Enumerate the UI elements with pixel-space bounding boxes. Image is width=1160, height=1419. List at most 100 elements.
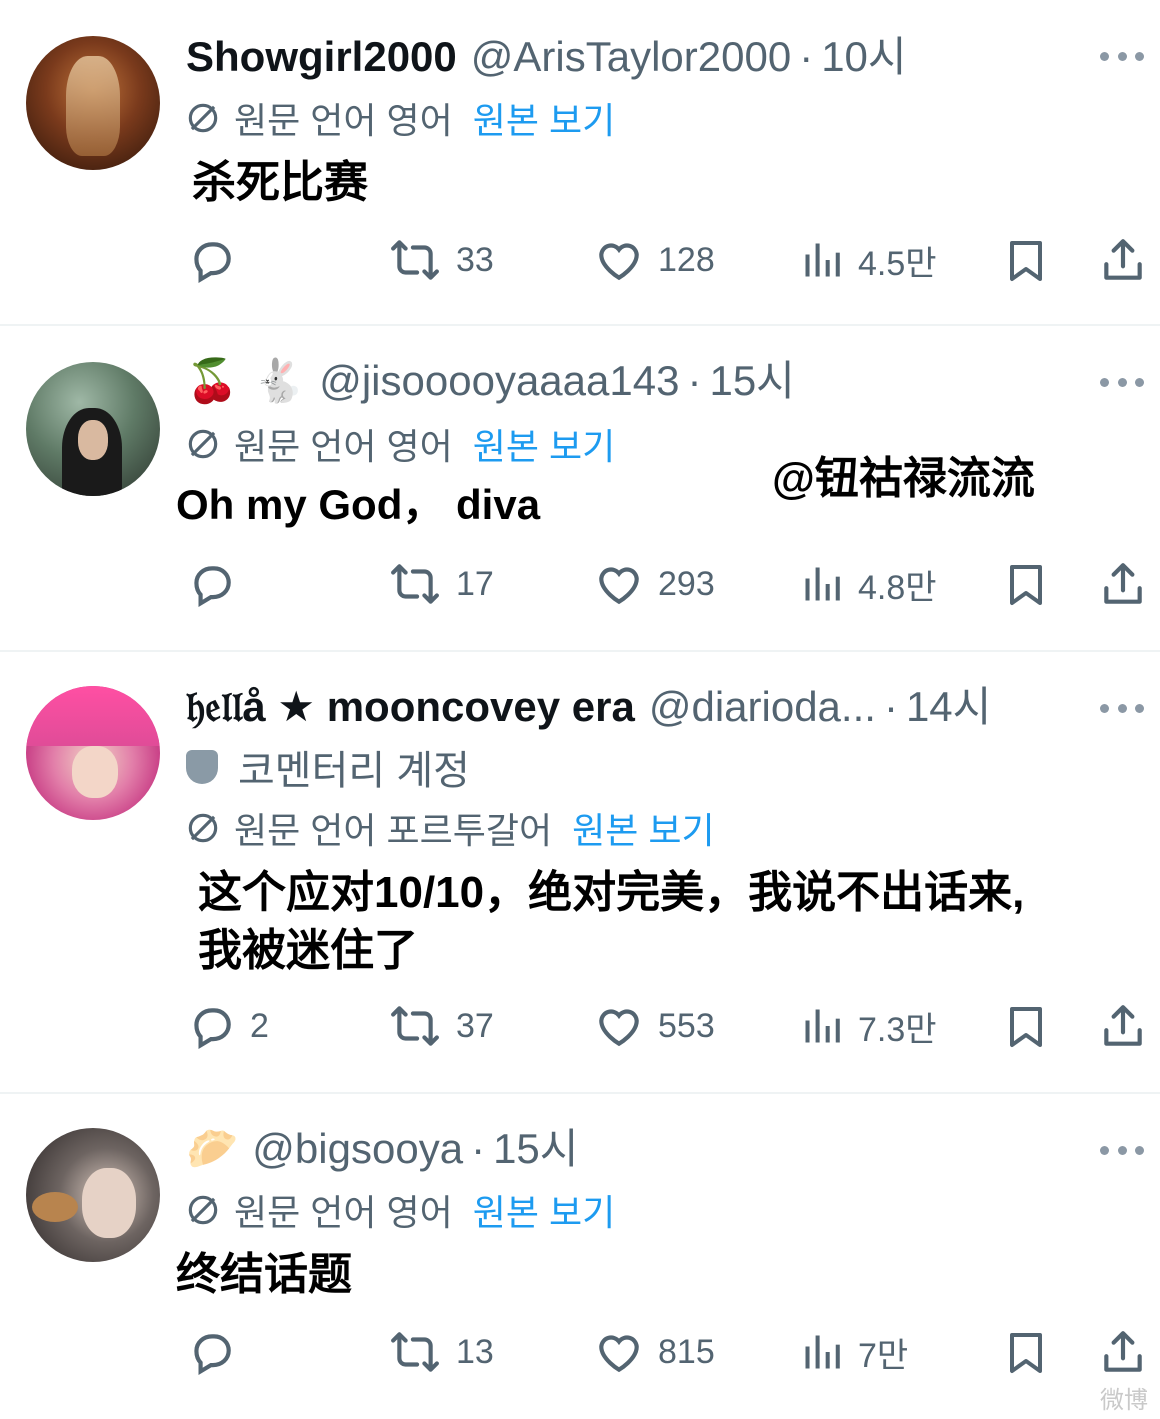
tweet-4[interactable]: 🥟 @bigsooya · 15시 원문 언어 영어 원본 보기 终结话题 13… xyxy=(0,1094,1160,1419)
translate-label: 원문 언어 영어 xyxy=(234,426,453,467)
timestamp[interactable]: 15시 xyxy=(493,1124,578,1174)
bookmark-button[interactable] xyxy=(1002,230,1050,290)
more-icon[interactable] xyxy=(1100,698,1144,718)
heart-icon xyxy=(594,1001,644,1051)
handle[interactable]: @bigsooya xyxy=(252,1124,463,1174)
reply-button[interactable] xyxy=(186,554,250,614)
retweet-icon xyxy=(388,1001,442,1051)
bookmark-icon xyxy=(1002,1002,1050,1050)
views-icon xyxy=(800,1330,844,1374)
views-icon xyxy=(800,1004,844,1048)
reply-button[interactable] xyxy=(186,230,250,290)
tweet-header: 🍒 🐇 @jisooooyaaaa143 · 15시 xyxy=(186,356,795,406)
heart-icon xyxy=(594,559,644,609)
timestamp[interactable]: 14시 xyxy=(906,682,991,732)
reply-button[interactable]: 2 xyxy=(186,996,269,1056)
share-icon xyxy=(1098,1327,1148,1377)
translate-label: 원문 언어 포르투갈어 xyxy=(234,810,553,851)
tweet-text: 杀死比赛 xyxy=(192,158,368,207)
action-bar: 17 293 4.8만 xyxy=(0,554,1160,614)
avatar[interactable] xyxy=(26,36,160,170)
views-button[interactable]: 7만 xyxy=(800,1322,908,1382)
retweet-button[interactable]: 13 xyxy=(388,1322,494,1382)
tweet-3[interactable]: 𝔥𝔢𝔩𝔩å ★ mooncovey era @diarioda... · 14시… xyxy=(0,652,1160,1090)
avatar[interactable] xyxy=(26,686,160,820)
avatar[interactable] xyxy=(26,362,160,496)
translate-icon xyxy=(184,99,222,137)
commentary-label: 코멘터리 계정 xyxy=(186,742,470,793)
view-original-link[interactable]: 원본 보기 xyxy=(473,1184,615,1236)
like-button[interactable]: 293 xyxy=(594,554,715,614)
handle[interactable]: @jisooooyaaaa143 xyxy=(319,356,679,406)
view-original-link[interactable]: 원본 보기 xyxy=(572,802,714,854)
translate-label: 원문 언어 영어 xyxy=(234,100,453,141)
tweet-text-line-1: 这个应对10/10，绝对完美，我说不出话来, xyxy=(198,868,1025,917)
translate-label: 원문 언어 영어 xyxy=(234,1192,453,1233)
more-icon[interactable] xyxy=(1100,46,1144,66)
like-button[interactable]: 815 xyxy=(594,1322,715,1382)
separator: · xyxy=(799,33,814,80)
share-icon xyxy=(1098,235,1148,285)
retweet-icon xyxy=(388,1327,442,1377)
retweet-button[interactable]: 17 xyxy=(388,554,494,614)
translate-row: 원문 언어 영어 원본 보기 xyxy=(184,422,615,467)
share-button[interactable] xyxy=(1098,230,1148,290)
display-name[interactable]: 🥟 xyxy=(186,1124,238,1174)
bookmark-icon xyxy=(1002,560,1050,608)
reply-icon xyxy=(186,1001,236,1051)
timestamp[interactable]: 10시 xyxy=(821,32,906,82)
more-icon[interactable] xyxy=(1100,372,1144,392)
tweet-header: 𝔥𝔢𝔩𝔩å ★ mooncovey era @diarioda... · 14시 xyxy=(186,682,991,732)
views-icon xyxy=(800,238,844,282)
display-name[interactable]: 🍒 🐇 xyxy=(186,356,305,406)
heart-icon xyxy=(594,235,644,285)
avatar[interactable] xyxy=(26,1128,160,1262)
tweet-text: Oh my God， diva xyxy=(176,481,541,528)
translate-row: 원문 언어 영어 원본 보기 xyxy=(184,96,615,141)
share-icon xyxy=(1098,559,1148,609)
translate-row: 원문 언어 포르투갈어 원본 보기 xyxy=(184,806,715,851)
retweet-icon xyxy=(388,559,442,609)
tweet-text-line-2: 我被迷住了 xyxy=(198,926,418,975)
theater-mask-icon xyxy=(186,750,218,784)
views-button[interactable]: 4.8만 xyxy=(800,554,937,614)
reply-button[interactable] xyxy=(186,1322,250,1382)
display-name[interactable]: Showgirl2000 xyxy=(186,32,457,82)
like-button[interactable]: 553 xyxy=(594,996,715,1056)
view-original-link[interactable]: 원본 보기 xyxy=(473,418,615,470)
retweet-button[interactable]: 33 xyxy=(388,230,494,290)
overlay-caption: @钮祜禄流流 xyxy=(772,454,1035,503)
translate-row: 원문 언어 영어 원본 보기 xyxy=(184,1188,615,1233)
share-icon xyxy=(1098,1001,1148,1051)
share-button[interactable] xyxy=(1098,1322,1148,1382)
separator: · xyxy=(687,357,702,404)
bookmark-icon xyxy=(1002,236,1050,284)
action-bar: 13 815 7만 xyxy=(0,1322,1160,1382)
action-bar: 33 128 4.5만 xyxy=(0,230,1160,290)
more-icon[interactable] xyxy=(1100,1140,1144,1160)
timestamp[interactable]: 15시 xyxy=(709,356,794,406)
share-button[interactable] xyxy=(1098,554,1148,614)
share-button[interactable] xyxy=(1098,996,1148,1056)
watermark: 微博 xyxy=(1100,1387,1148,1414)
retweet-button[interactable]: 37 xyxy=(388,996,494,1056)
tweet-1[interactable]: Showgirl2000 @ArisTaylor2000 · 10시 원문 언어… xyxy=(0,0,1160,324)
views-button[interactable]: 4.5만 xyxy=(800,230,937,290)
like-button[interactable]: 128 xyxy=(594,230,715,290)
action-bar: 2 37 553 7.3만 xyxy=(0,996,1160,1056)
views-icon xyxy=(800,562,844,606)
retweet-icon xyxy=(388,235,442,285)
bookmark-icon xyxy=(1002,1328,1050,1376)
tweet-2[interactable]: 🍒 🐇 @jisooooyaaaa143 · 15시 원문 언어 영어 원본 보… xyxy=(0,326,1160,648)
views-button[interactable]: 7.3만 xyxy=(800,996,937,1056)
bookmark-button[interactable] xyxy=(1002,554,1050,614)
tweet-header: Showgirl2000 @ArisTaylor2000 · 10시 xyxy=(186,32,907,82)
handle[interactable]: @diarioda... xyxy=(649,682,876,732)
separator: · xyxy=(883,683,898,730)
bookmark-button[interactable] xyxy=(1002,996,1050,1056)
view-original-link[interactable]: 원본 보기 xyxy=(473,92,615,144)
display-name[interactable]: 𝔥𝔢𝔩𝔩å ★ mooncovey era xyxy=(186,682,635,732)
bookmark-button[interactable] xyxy=(1002,1322,1050,1382)
reply-icon xyxy=(186,235,236,285)
handle[interactable]: @ArisTaylor2000 xyxy=(471,32,791,82)
